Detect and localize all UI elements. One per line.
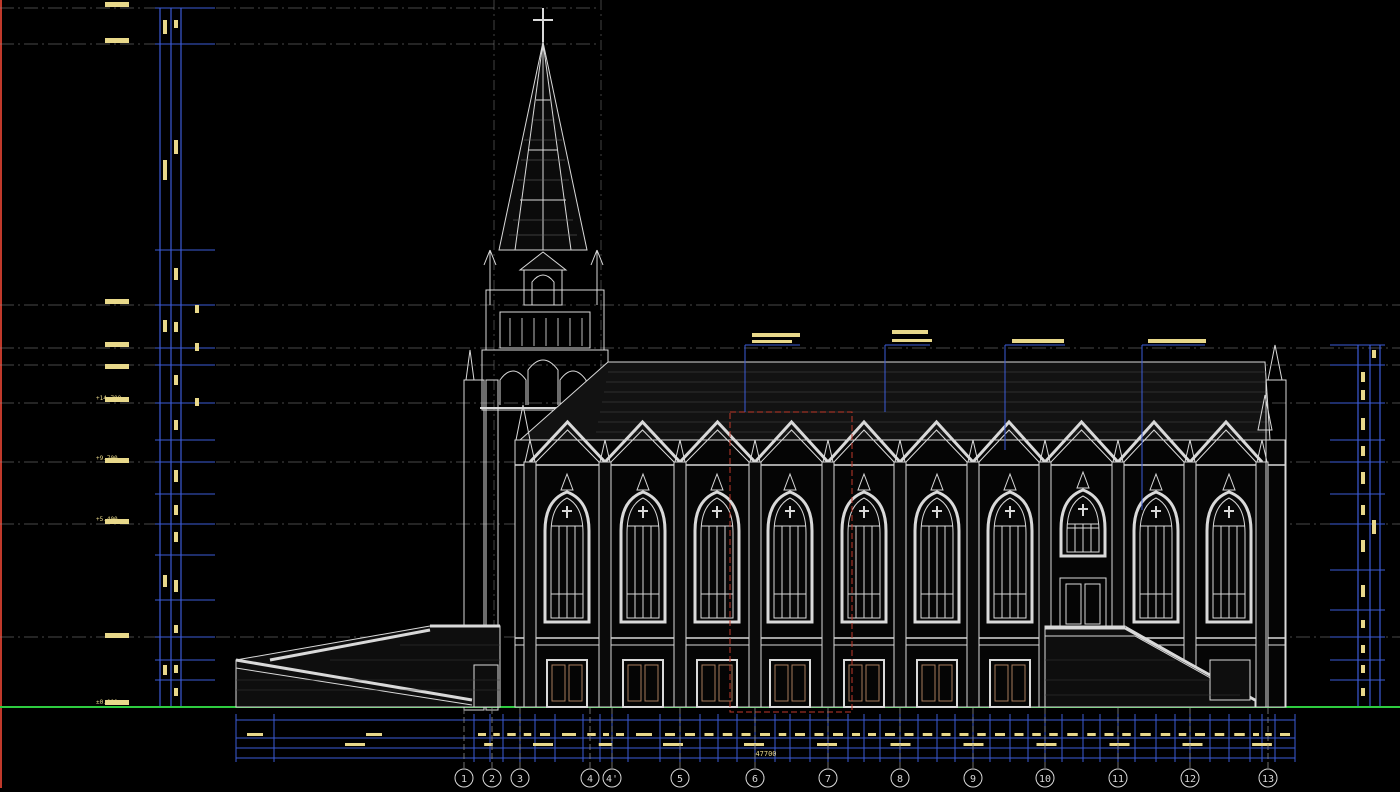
cad-viewport[interactable]: 1 2 3 4 4' 5 6 7 8 9 10 11 12 13 47700 ±0.000 +5.400 …: [0, 0, 1400, 788]
pier: [598, 461, 612, 708]
grid-axis-label: 10: [1039, 774, 1051, 785]
dim-value: [493, 733, 500, 736]
level-label: +5.400: [96, 516, 118, 523]
dim-value: [1178, 733, 1187, 736]
pier: [966, 461, 980, 708]
grid-axis-label: 4': [606, 774, 618, 785]
dim-value: [533, 743, 553, 746]
pier: [673, 461, 687, 708]
grid-axis-label: 2: [489, 774, 495, 785]
level-label: +9.700: [96, 455, 118, 462]
pier: [748, 461, 762, 708]
dim-value: [778, 733, 787, 736]
church-side-elevation: 1 2 3 4 4' 5 6 7 8 9 10 11 12 13 47700 ±0.000 +5.400 …: [0, 0, 1400, 788]
left-dimension-chain: [159, 8, 182, 707]
dim-value: [345, 743, 365, 746]
dim-value: [1214, 733, 1225, 736]
grid-axis-label: 11: [1112, 774, 1124, 785]
dim-value: [1122, 733, 1131, 736]
level-labels: ±0.000 +5.400 +9.700 +14.700: [96, 395, 122, 706]
dim-value: [817, 743, 837, 746]
grid-axis-label: 4: [587, 774, 593, 785]
dim-value: [741, 733, 751, 736]
dim-value: [665, 733, 675, 736]
dim-value: [1265, 733, 1272, 736]
dim-value: [1182, 743, 1203, 746]
grid-axis-label: 7: [825, 774, 831, 785]
dim-value: [959, 733, 969, 736]
grid-axis-label: 5: [677, 774, 683, 785]
pier: [893, 461, 907, 708]
dim-value: [598, 743, 613, 746]
dim-value: [1032, 733, 1041, 736]
level-marker-top: [105, 2, 129, 705]
dim-value: [1160, 733, 1171, 736]
dim-value: [890, 743, 911, 746]
level-label: +14.700: [96, 395, 122, 402]
dim-value: [1067, 733, 1078, 736]
dim-value: [484, 743, 493, 746]
grid-axis-label: 12: [1184, 774, 1196, 785]
dim-value: [852, 733, 860, 736]
grid-axis-label: 9: [970, 774, 976, 785]
dim-value: [1049, 733, 1058, 736]
dim-value: [540, 733, 550, 736]
dim-value: [478, 733, 486, 736]
right-dimension-values: [1361, 350, 1376, 696]
grid-axis-label: 13: [1262, 774, 1274, 785]
grid-axis-label: 3: [517, 774, 523, 785]
bottom-dimension-values: [247, 733, 1290, 746]
dim-value: [833, 733, 843, 736]
grid-axis-label: 1: [461, 774, 467, 785]
dim-value: [977, 733, 986, 736]
dim-value: [760, 733, 770, 736]
dim-value: [523, 733, 532, 736]
dim-value: [366, 733, 382, 736]
dim-value: [247, 733, 263, 736]
grid-axis-label: 6: [752, 774, 758, 785]
dim-value: [1195, 733, 1205, 736]
dim-value: [1280, 733, 1290, 736]
dim-value: [616, 733, 624, 736]
overall-length: 47700: [755, 750, 776, 758]
dim-value: [507, 733, 516, 736]
nave-roof: [518, 361, 1271, 441]
dim-value: [1014, 733, 1024, 736]
dim-value: [1140, 733, 1151, 736]
dim-value: [587, 733, 596, 736]
dim-value: [795, 733, 805, 736]
dim-value: [1253, 733, 1259, 736]
left-dimension-ticks: [155, 7, 215, 708]
grid-axis-label: 8: [897, 774, 903, 785]
dim-value: [722, 733, 733, 736]
dim-value: [1234, 733, 1245, 736]
dim-value: [941, 733, 951, 736]
dim-value: [1252, 743, 1272, 746]
dim-value: [1087, 733, 1096, 736]
dim-value: [814, 733, 824, 736]
dim-value: [562, 733, 576, 736]
pier: [821, 461, 835, 708]
dim-value: [868, 733, 876, 736]
dim-value: [636, 733, 652, 736]
dim-value: [1104, 733, 1114, 736]
dim-value: [603, 733, 609, 736]
dim-value: [922, 733, 933, 736]
dim-value: [685, 733, 695, 736]
dim-value: [885, 733, 895, 736]
dim-value: [995, 733, 1005, 736]
dim-value: [704, 733, 714, 736]
dim-value: [1036, 743, 1057, 746]
dim-value: [963, 743, 984, 746]
callout-text-marks: [752, 330, 1206, 343]
dim-value: [744, 743, 764, 746]
pier: [523, 461, 537, 708]
dim-value: [904, 733, 914, 736]
left-stair-ramp: [235, 624, 501, 708]
level-label: ±0.000: [96, 699, 118, 706]
dim-value: [1109, 743, 1130, 746]
